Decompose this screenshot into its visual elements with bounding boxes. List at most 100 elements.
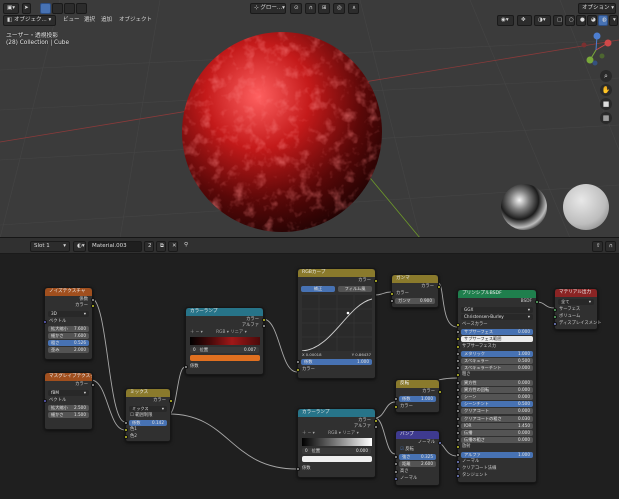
fake-user-icon[interactable]: ⧉ [156, 241, 166, 252]
node-musgrave-texture[interactable]: マスグレイブテクスチャ カラー fBM▾ ベクトル 拡大縮小2.500 細かさ1… [42, 372, 95, 430]
input-socket[interactable] [455, 452, 460, 457]
bsdf-input-3[interactable]: サブサーフェスカ [458, 344, 536, 350]
shading-rendered-button[interactable]: ◍ [598, 15, 608, 26]
mode-dropdown[interactable]: ◧ オブジェク... ▾ [3, 15, 56, 26]
input-socket[interactable] [393, 477, 398, 481]
bsdf-input-9[interactable]: 異方性の回転 0.000 [461, 386, 533, 393]
gamma-field[interactable]: ガンマ 0.900 [395, 298, 435, 304]
node-rgb-curves[interactable]: RGBカーブ カラー 補正 フィルム風 X 0.00018 Y 0.86437 係… [295, 268, 378, 379]
distribution-dropdown[interactable]: GGX ▾ [461, 307, 533, 313]
fac-field[interactable]: 係数 0.142 [129, 420, 167, 426]
shading-wireframe-button[interactable]: ○ [565, 15, 575, 26]
input-socket[interactable] [455, 416, 460, 421]
input-socket[interactable] [42, 320, 47, 324]
target-dropdown[interactable]: 全て ▾ [558, 299, 594, 305]
slot-dropdown[interactable]: Slot 1 ▾ [30, 241, 70, 252]
editor-type-button[interactable]: ▣▾ [3, 3, 19, 14]
ramp-toolbar[interactable]: ＋ − ▾ RGB ▾ リニア ▾ [298, 431, 375, 437]
users-count[interactable]: 2 [144, 241, 154, 252]
material-name-field[interactable]: Material.003 [88, 241, 142, 252]
node-editor-canvas[interactable]: ノイズテクスチャ 係数 カラー 3D ▾ ベクトル 拡大縮小 7.600 細かさ 7.… [0, 254, 619, 499]
input-socket[interactable] [455, 409, 460, 414]
input-socket[interactable] [295, 360, 300, 364]
snap-node-icon[interactable]: ∩ [605, 241, 616, 252]
input-socket[interactable] [183, 365, 188, 369]
node-noise-texture[interactable]: ノイズテクスチャ 係数 カラー 3D ▾ ベクトル 拡大縮小 7.600 細かさ 7.… [42, 287, 95, 360]
tab-correction[interactable]: 補正 [301, 286, 335, 292]
input-socket[interactable] [455, 373, 460, 378]
distance-field[interactable]: 距離 2.600 [399, 461, 436, 467]
node-principled-bsdf[interactable]: プリンシプルBSDF BSDF GGX ▾ Christensen-Burley ▾… [455, 289, 539, 483]
output-socket[interactable] [436, 285, 441, 289]
node-gamma[interactable]: ガンマ カラー カラー ガンマ 0.900 [389, 274, 441, 308]
strength-field[interactable]: 強さ 0.325 [399, 454, 436, 460]
input-socket[interactable] [393, 397, 398, 401]
input-socket[interactable] [42, 399, 47, 403]
bsdf-input-19[interactable]: ノーマル [458, 459, 536, 465]
falloff-button[interactable]: ∧ [348, 3, 359, 14]
fac-field[interactable]: 係数 1.000 [399, 396, 436, 402]
node-color-ramp-2[interactable]: カラーランプ カラー アルファ ＋ − ▾ RGB ▾ リニア ▾ 0 位置 0.… [295, 408, 378, 478]
transform-orientation-dropdown[interactable]: ⊹ グロー...▾ [250, 3, 286, 14]
input-socket[interactable] [552, 315, 557, 319]
roughness-field[interactable]: 粗さ 0.526 [48, 340, 89, 346]
bsdf-input-10[interactable]: シーン 0.000 [461, 394, 533, 400]
grid-view-icon[interactable]: ▦ [600, 112, 612, 124]
proportional-edit-button[interactable]: ◎ [333, 3, 345, 14]
input-socket[interactable] [123, 435, 128, 439]
node-invert[interactable]: 反転 カラー 係数 1.000 カラー [393, 379, 442, 413]
select-mode-extend-button[interactable] [52, 3, 63, 14]
input-socket[interactable] [552, 322, 557, 326]
scale-field[interactable]: 拡大縮小 2.500 [48, 405, 89, 411]
curve-graph[interactable] [302, 295, 372, 351]
snap-target-button[interactable]: ⊞ [318, 3, 330, 14]
input-socket[interactable] [455, 431, 460, 435]
bsdf-input-16[interactable]: 伝播の粗さ 0.000 [461, 437, 533, 444]
bsdf-input-17[interactable]: 放射 [458, 444, 536, 450]
input-socket[interactable] [455, 438, 460, 443]
input-socket[interactable] [455, 323, 460, 327]
unlink-icon[interactable]: ✕ [168, 241, 178, 252]
bsdf-input-18[interactable]: アルファ 1.000 [461, 451, 533, 458]
shading-options-button[interactable]: ▾ [609, 15, 618, 26]
input-socket[interactable] [455, 359, 460, 363]
bsdf-input-5[interactable]: スペキュラー 0.500 [461, 358, 533, 364]
material-browse-button[interactable]: ◐▾ [73, 241, 86, 252]
pivot-button[interactable]: ⊙ [290, 3, 302, 14]
output-socket[interactable] [373, 425, 378, 429]
output-socket[interactable] [90, 383, 95, 387]
input-socket[interactable] [455, 337, 460, 342]
output-socket[interactable] [373, 419, 378, 423]
camera-icon[interactable]: ■ [600, 98, 612, 110]
bsdf-input-8[interactable]: 異方性 0.000 [461, 379, 533, 386]
input-socket[interactable] [295, 467, 300, 471]
gradient-bar[interactable] [302, 438, 372, 446]
input-socket[interactable] [123, 421, 128, 425]
menu-view[interactable]: ビュー [63, 15, 80, 26]
node-material-output[interactable]: マテリアル出力 全て ▾ サーフェス ボリューム ディスプレイスメント [552, 288, 602, 330]
input-socket[interactable] [455, 445, 460, 450]
musgrave-type-dropdown[interactable]: fBM ▾ [48, 390, 89, 396]
output-socket[interactable] [437, 441, 442, 445]
shading-solid-button[interactable]: ● [576, 15, 586, 26]
menu-object[interactable]: オブジェクト [119, 15, 152, 26]
input-socket[interactable] [393, 455, 398, 459]
visibility-button[interactable]: ◉▾ [497, 15, 514, 26]
pin-icon[interactable]: ⚲ [181, 241, 191, 252]
bsdf-input-15[interactable]: 伝播 0.000 [461, 430, 533, 436]
bsdf-input-14[interactable]: IOR 1.450 [461, 422, 533, 429]
stop-position[interactable]: 0 位置 0.000 [302, 448, 371, 454]
input-socket[interactable] [455, 402, 460, 407]
subsurface-method-dropdown[interactable]: Christensen-Burley ▾ [461, 314, 533, 320]
input-socket[interactable] [455, 474, 460, 479]
input-socket[interactable] [455, 395, 460, 399]
bsdf-input-12[interactable]: クリアコート 0.000 [461, 408, 533, 415]
select-tool-button[interactable]: ➤ [22, 3, 31, 14]
snap-toggle[interactable]: ∩ [305, 3, 316, 14]
input-socket[interactable] [455, 330, 460, 335]
bsdf-input-2[interactable]: サブサーフェス範囲 [461, 336, 533, 343]
bsdf-input-20[interactable]: クリアコート法線 [458, 466, 536, 472]
input-socket[interactable] [455, 366, 460, 371]
bsdf-input-13[interactable]: クリアコートの粗さ 0.030 [461, 415, 533, 422]
bsdf-input-4[interactable]: メタリック 1.000 [461, 350, 533, 357]
